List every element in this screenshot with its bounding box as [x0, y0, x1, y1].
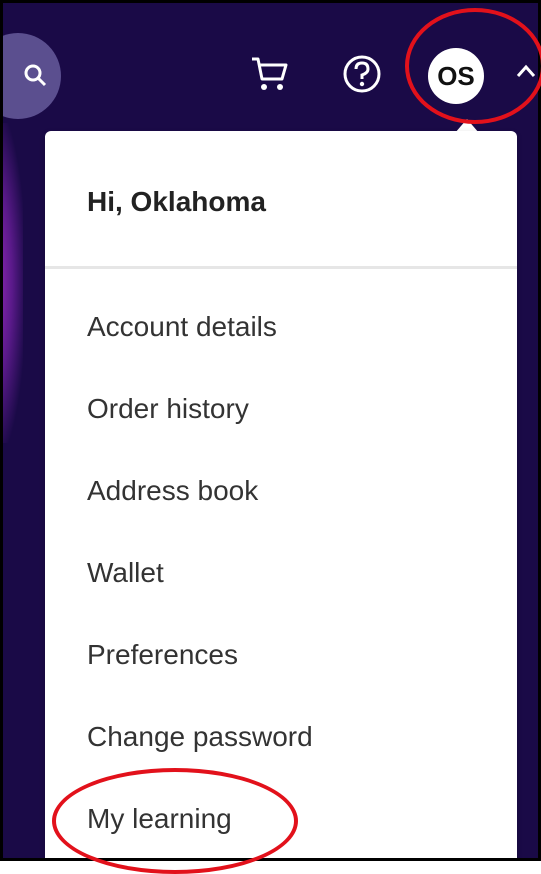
help-button[interactable] — [341, 53, 383, 95]
greeting-text: Hi, Oklahoma — [87, 186, 266, 217]
menu-item-order-history[interactable]: Order history — [87, 393, 249, 425]
annotation-circle-avatar — [405, 8, 541, 124]
menu-item-account-details[interactable]: Account details — [87, 311, 277, 343]
help-icon — [343, 55, 381, 93]
background-glow — [3, 123, 23, 443]
menu-item-preferences[interactable]: Preferences — [87, 639, 238, 671]
menu-item-change-password[interactable]: Change password — [87, 721, 313, 753]
menu-item-address-book[interactable]: Address book — [87, 475, 258, 507]
account-dropdown-menu: Hi, Oklahoma Account details Order histo… — [45, 131, 517, 858]
cart-icon — [252, 57, 288, 90]
menu-divider — [45, 266, 517, 269]
annotation-circle-my-learning — [52, 768, 298, 874]
search-icon — [24, 64, 47, 87]
menu-item-wallet[interactable]: Wallet — [87, 557, 164, 589]
screenshot-frame: OS Hi, Oklahoma Account details Order hi… — [0, 0, 541, 861]
cart-button[interactable] — [249, 53, 291, 95]
